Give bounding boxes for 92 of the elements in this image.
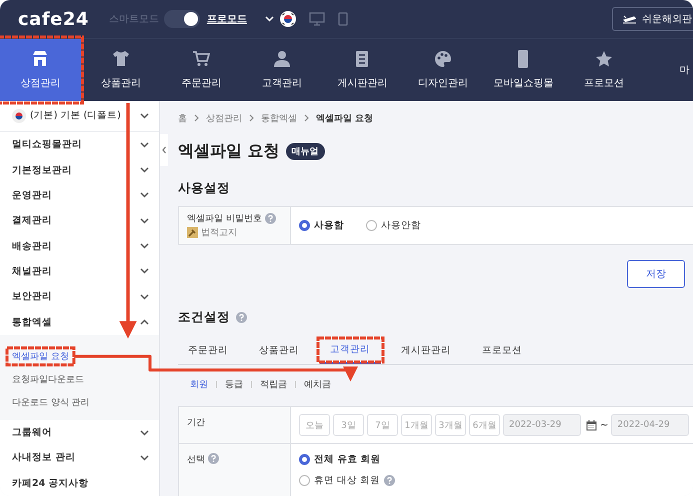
nav-item[interactable]: 디자인관리 <box>402 39 483 101</box>
pro-mode-link[interactable]: 프로모드 <box>206 12 247 26</box>
legal-notice-link[interactable]: 법적고지 <box>201 226 237 239</box>
breadcrumb-item[interactable]: 통합엑셀 <box>261 112 297 124</box>
sidebar-item[interactable]: 결제관리 <box>0 208 159 234</box>
breadcrumb-item: 엑셀파일 요청 <box>316 112 374 124</box>
chevron-icon[interactable] <box>264 16 274 22</box>
logo: cafe24 <box>18 8 89 30</box>
submenu-item[interactable]: 요청파일다운로드 <box>12 372 84 386</box>
sidebar-item[interactable]: 사내정보 관리 <box>0 445 159 471</box>
plane-icon <box>623 14 636 24</box>
radio-label: 전체 유효 회원 <box>314 453 381 466</box>
subtab[interactable]: 적립금 <box>260 378 287 390</box>
mode-label: 스마트모드 <box>108 13 159 26</box>
shop-selector[interactable]: (기본) 기본 (디폴트) <box>0 101 159 132</box>
chevron-icon <box>140 268 149 274</box>
range-separator: ~ <box>600 420 608 430</box>
field-label: 선택 <box>187 454 205 466</box>
chevron-icon <box>140 218 149 224</box>
sidebar-item[interactable]: 채널관리 <box>0 258 159 284</box>
nav-item[interactable]: 상품관리 <box>80 39 161 101</box>
sidebar-item[interactable]: 통합엑셀 <box>0 309 159 335</box>
table-header-cell: 기간 <box>179 407 291 444</box>
field-label: 엑셀파일 비밀번호 <box>187 213 262 225</box>
mode-toggle[interactable] <box>164 10 200 28</box>
chevron-right-icon <box>194 114 199 122</box>
chevron-icon <box>140 319 149 326</box>
overseas-button[interactable]: 쉬운해외판 <box>612 7 693 31</box>
chevron-icon <box>140 243 149 250</box>
tab[interactable]: 게시판관리 <box>391 336 462 364</box>
nav-item[interactable]: 프로모션 <box>564 39 644 101</box>
chevron-icon <box>140 294 149 300</box>
chevron-icon <box>140 430 149 436</box>
nav-item[interactable]: 주문관리 <box>161 39 242 101</box>
store-icon <box>31 50 50 68</box>
chevron-icon <box>140 167 149 173</box>
chevron-right-icon <box>249 114 254 122</box>
tab[interactable]: 프로모션 <box>472 336 533 364</box>
monitor-icon[interactable] <box>308 12 325 26</box>
help-icon <box>236 312 247 322</box>
shirt-icon <box>112 50 130 68</box>
person-icon <box>272 50 291 68</box>
flag-icon[interactable] <box>280 11 296 27</box>
calendar-icon[interactable] <box>586 420 597 430</box>
nav-item[interactable]: 상점관리 <box>0 39 80 101</box>
tab[interactable]: 주문관리 <box>178 336 239 364</box>
chevron-icon <box>140 454 149 461</box>
sidebar-item[interactable]: 배송관리 <box>0 233 159 259</box>
nav-item[interactable]: 모바일쇼핑몰 <box>483 39 564 101</box>
radio-label: 휴면 대상 회원 <box>314 474 380 487</box>
radio-label: 사용함 <box>314 219 344 232</box>
gavel-icon <box>187 227 198 238</box>
chevron-icon <box>140 112 149 119</box>
nav-item[interactable]: 고객관리 <box>242 39 322 101</box>
collapse-handle[interactable] <box>160 134 168 166</box>
palette-icon <box>434 50 452 68</box>
section-heading: 사용설정 <box>178 179 231 196</box>
save-button[interactable]: 저장 <box>627 260 685 288</box>
flag-icon <box>12 108 26 123</box>
nav-item[interactable]: 마 <box>644 39 693 101</box>
chevron-icon <box>140 142 149 148</box>
tab[interactable]: 상품관리 <box>249 336 310 364</box>
submenu-item[interactable]: 엑셀파일 요청 <box>12 350 69 363</box>
page-title: 엑셀파일 요청 <box>178 140 280 162</box>
radio-button[interactable] <box>366 220 377 231</box>
subtab[interactable]: 등급 <box>225 378 243 390</box>
tablet-icon[interactable] <box>338 12 348 26</box>
help-icon <box>208 453 219 464</box>
radio-button[interactable] <box>299 220 310 231</box>
breadcrumb-item[interactable]: 홈 <box>178 112 187 124</box>
chevron-icon <box>140 192 149 198</box>
nav-item[interactable]: 게시판관리 <box>322 39 402 101</box>
sidebar-item[interactable]: 보안관리 <box>0 284 159 310</box>
sidebar-item[interactable]: 멀티쇼핑몰관리 <box>0 132 159 158</box>
section-heading: 조건설정 <box>178 308 230 326</box>
submenu-item[interactable]: 다운로드 양식 관리 <box>12 396 90 409</box>
sidebar-item[interactable]: 기본정보관리 <box>0 157 159 183</box>
subtab[interactable]: 예치금 <box>304 378 331 390</box>
radio-button[interactable] <box>299 454 310 465</box>
chevron-right-icon <box>304 114 309 122</box>
sidebar-item[interactable]: 그룹웨어 <box>0 420 159 446</box>
manual-badge[interactable]: 매뉴얼 <box>286 142 325 160</box>
sidebar-item[interactable]: 운영관리 <box>0 182 159 208</box>
tab[interactable]: 고객관리 <box>320 336 381 364</box>
breadcrumb-item[interactable]: 상점관리 <box>206 112 242 124</box>
star-icon <box>594 50 613 68</box>
cart-icon <box>192 50 210 68</box>
sidebar-item[interactable]: 카페24 공지사항 <box>0 470 159 496</box>
radio-label: 사용안함 <box>381 219 421 232</box>
help-icon <box>264 213 276 224</box>
subtab[interactable]: 회원 <box>190 378 208 390</box>
radio-button[interactable] <box>299 475 310 486</box>
